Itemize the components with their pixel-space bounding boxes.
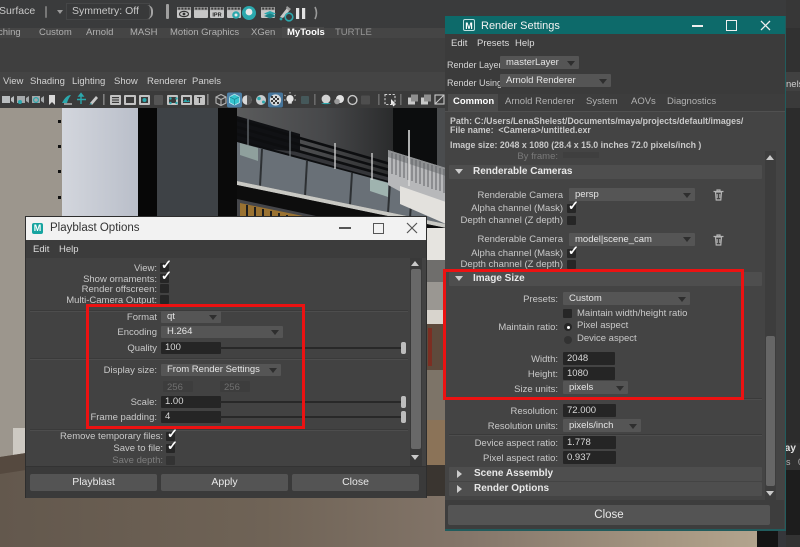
- svg-text:T: T: [197, 96, 202, 105]
- svg-text:IPR: IPR: [212, 13, 221, 19]
